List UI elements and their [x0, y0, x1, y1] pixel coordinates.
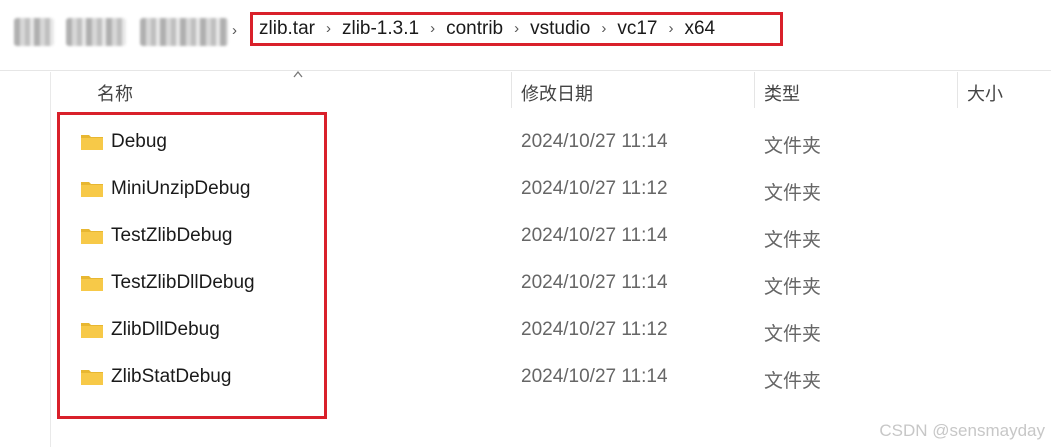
file-modified: 2024/10/27 11:14 — [521, 366, 668, 387]
breadcrumb-item[interactable]: vstudio — [530, 18, 590, 40]
sort-ascending-icon — [293, 70, 303, 78]
chevron-right-icon[interactable]: › — [601, 20, 606, 37]
highlight-box — [57, 112, 327, 419]
breadcrumb-item[interactable]: zlib-1.3.1 — [342, 18, 419, 40]
file-type: 文件夹 — [764, 324, 822, 345]
file-modified: 2024/10/27 11:14 — [521, 131, 668, 152]
redacted-path-segment — [14, 18, 54, 46]
file-type: 文件夹 — [764, 277, 822, 298]
chevron-right-icon[interactable]: › — [326, 20, 331, 37]
file-type: 文件夹 — [764, 371, 822, 392]
column-header-modified[interactable]: 修改日期 — [521, 80, 593, 106]
chevron-right-icon[interactable]: › — [668, 20, 673, 37]
file-modified: 2024/10/27 11:14 — [521, 225, 668, 246]
breadcrumb-item[interactable]: vc17 — [617, 18, 657, 40]
watermark: CSDN @sensmayday — [879, 421, 1045, 440]
column-divider[interactable] — [511, 72, 512, 108]
file-modified: 2024/10/27 11:12 — [521, 319, 668, 340]
breadcrumb-item[interactable]: x64 — [684, 18, 715, 40]
breadcrumb: zlib.tar › zlib-1.3.1 › contrib › vstudi… — [250, 12, 783, 46]
redacted-path-segment — [140, 18, 228, 46]
breadcrumb-item[interactable]: contrib — [446, 18, 503, 40]
column-header-type[interactable]: 类型 — [764, 80, 800, 106]
column-divider[interactable] — [754, 72, 755, 108]
file-modified: 2024/10/27 11:12 — [521, 178, 668, 199]
file-modified: 2024/10/27 11:14 — [521, 272, 668, 293]
column-header-size[interactable]: 大小 — [967, 80, 1003, 106]
chevron-right-icon: › — [232, 22, 237, 39]
redacted-path-segment — [66, 18, 126, 46]
column-divider[interactable] — [957, 72, 958, 108]
breadcrumb-item[interactable]: zlib.tar — [259, 18, 315, 40]
file-type: 文件夹 — [764, 230, 822, 251]
file-type: 文件夹 — [764, 136, 822, 157]
chevron-right-icon[interactable]: › — [514, 20, 519, 37]
chevron-right-icon[interactable]: › — [430, 20, 435, 37]
column-header-name[interactable]: 名称 — [97, 80, 133, 106]
address-bar[interactable]: › zlib.tar › zlib-1.3.1 › contrib › vstu… — [0, 0, 1051, 64]
file-type: 文件夹 — [764, 183, 822, 204]
address-bar-divider — [0, 70, 1051, 71]
